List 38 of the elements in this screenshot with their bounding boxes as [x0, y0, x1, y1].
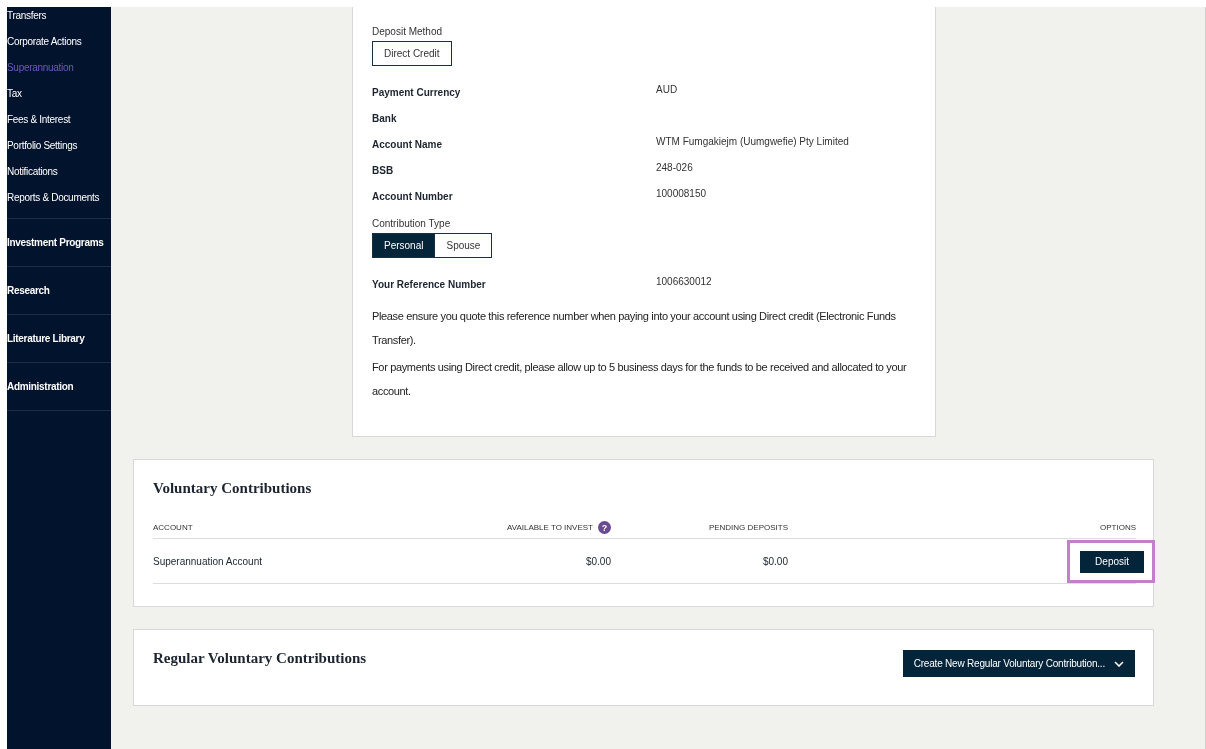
- field-label: Your Reference Number: [372, 279, 487, 290]
- contribution-type-tab[interactable]: Spouse: [435, 233, 493, 258]
- deposit-method-option[interactable]: Direct Credit: [372, 41, 452, 66]
- table-cell-text: $0.00: [584, 555, 611, 567]
- chevron-down-icon: [1114, 660, 1124, 667]
- field-value: 100008150: [656, 188, 708, 201]
- help-icon[interactable]: ?: [598, 521, 611, 534]
- info-paragraph: Please ensure you quote this reference number when paying into your account using Direct credit (Electronic Funds Transfer).: [372, 309, 897, 348]
- table-cell-text: $0.00: [761, 555, 788, 567]
- section-title: Voluntary Contributions: [153, 480, 313, 497]
- deposit-button[interactable]: Deposit: [1080, 550, 1144, 573]
- field-label: Account Number: [372, 191, 454, 202]
- sidebar-item[interactable]: Notifications: [7, 163, 111, 189]
- column-header: AVAILABLE TO INVEST: [506, 523, 593, 532]
- sidebar-item[interactable]: Tax: [7, 85, 111, 111]
- field-value: WTM Fumgakiejm (Uumgwefie) Pty Limited: [656, 136, 850, 149]
- sidebar-item[interactable]: Portfolio Settings: [7, 137, 111, 163]
- field-value: 1006630012: [656, 276, 713, 289]
- column-header: ACCOUNT: [153, 523, 193, 532]
- sidebar-item[interactable]: Transfers: [7, 7, 111, 33]
- table-cell-text: Superannuation Account: [153, 555, 263, 567]
- create-button[interactable]: Create New Regular Voluntary Contribution...: [902, 650, 1135, 677]
- section-title: Regular Voluntary Contributions: [153, 650, 367, 667]
- sidebar-item[interactable]: Reports & Documents: [7, 189, 111, 215]
- contribution-type-tab[interactable]: Personal: [372, 233, 436, 258]
- field-label: Contribution Type: [372, 218, 452, 229]
- column-header: PENDING DEPOSITS: [708, 523, 788, 532]
- info-paragraph: For payments using Direct credit, please allow up to 5 business days for the funds to be received and allocated to your account.: [372, 360, 908, 399]
- field-label: Bank: [372, 113, 398, 124]
- field-label: Payment Currency: [372, 87, 462, 98]
- sidebar-item[interactable]: Corporate Actions: [7, 33, 111, 59]
- field-value: AUD: [656, 84, 679, 97]
- column-header: OPTIONS: [1100, 523, 1136, 532]
- field-label: BSB: [372, 165, 395, 176]
- field-label: Account Name: [372, 139, 443, 150]
- field-value: 248-026: [656, 162, 694, 175]
- sidebar-item[interactable]: Fees & Interest: [7, 111, 111, 137]
- field-label: Deposit Method: [372, 26, 444, 37]
